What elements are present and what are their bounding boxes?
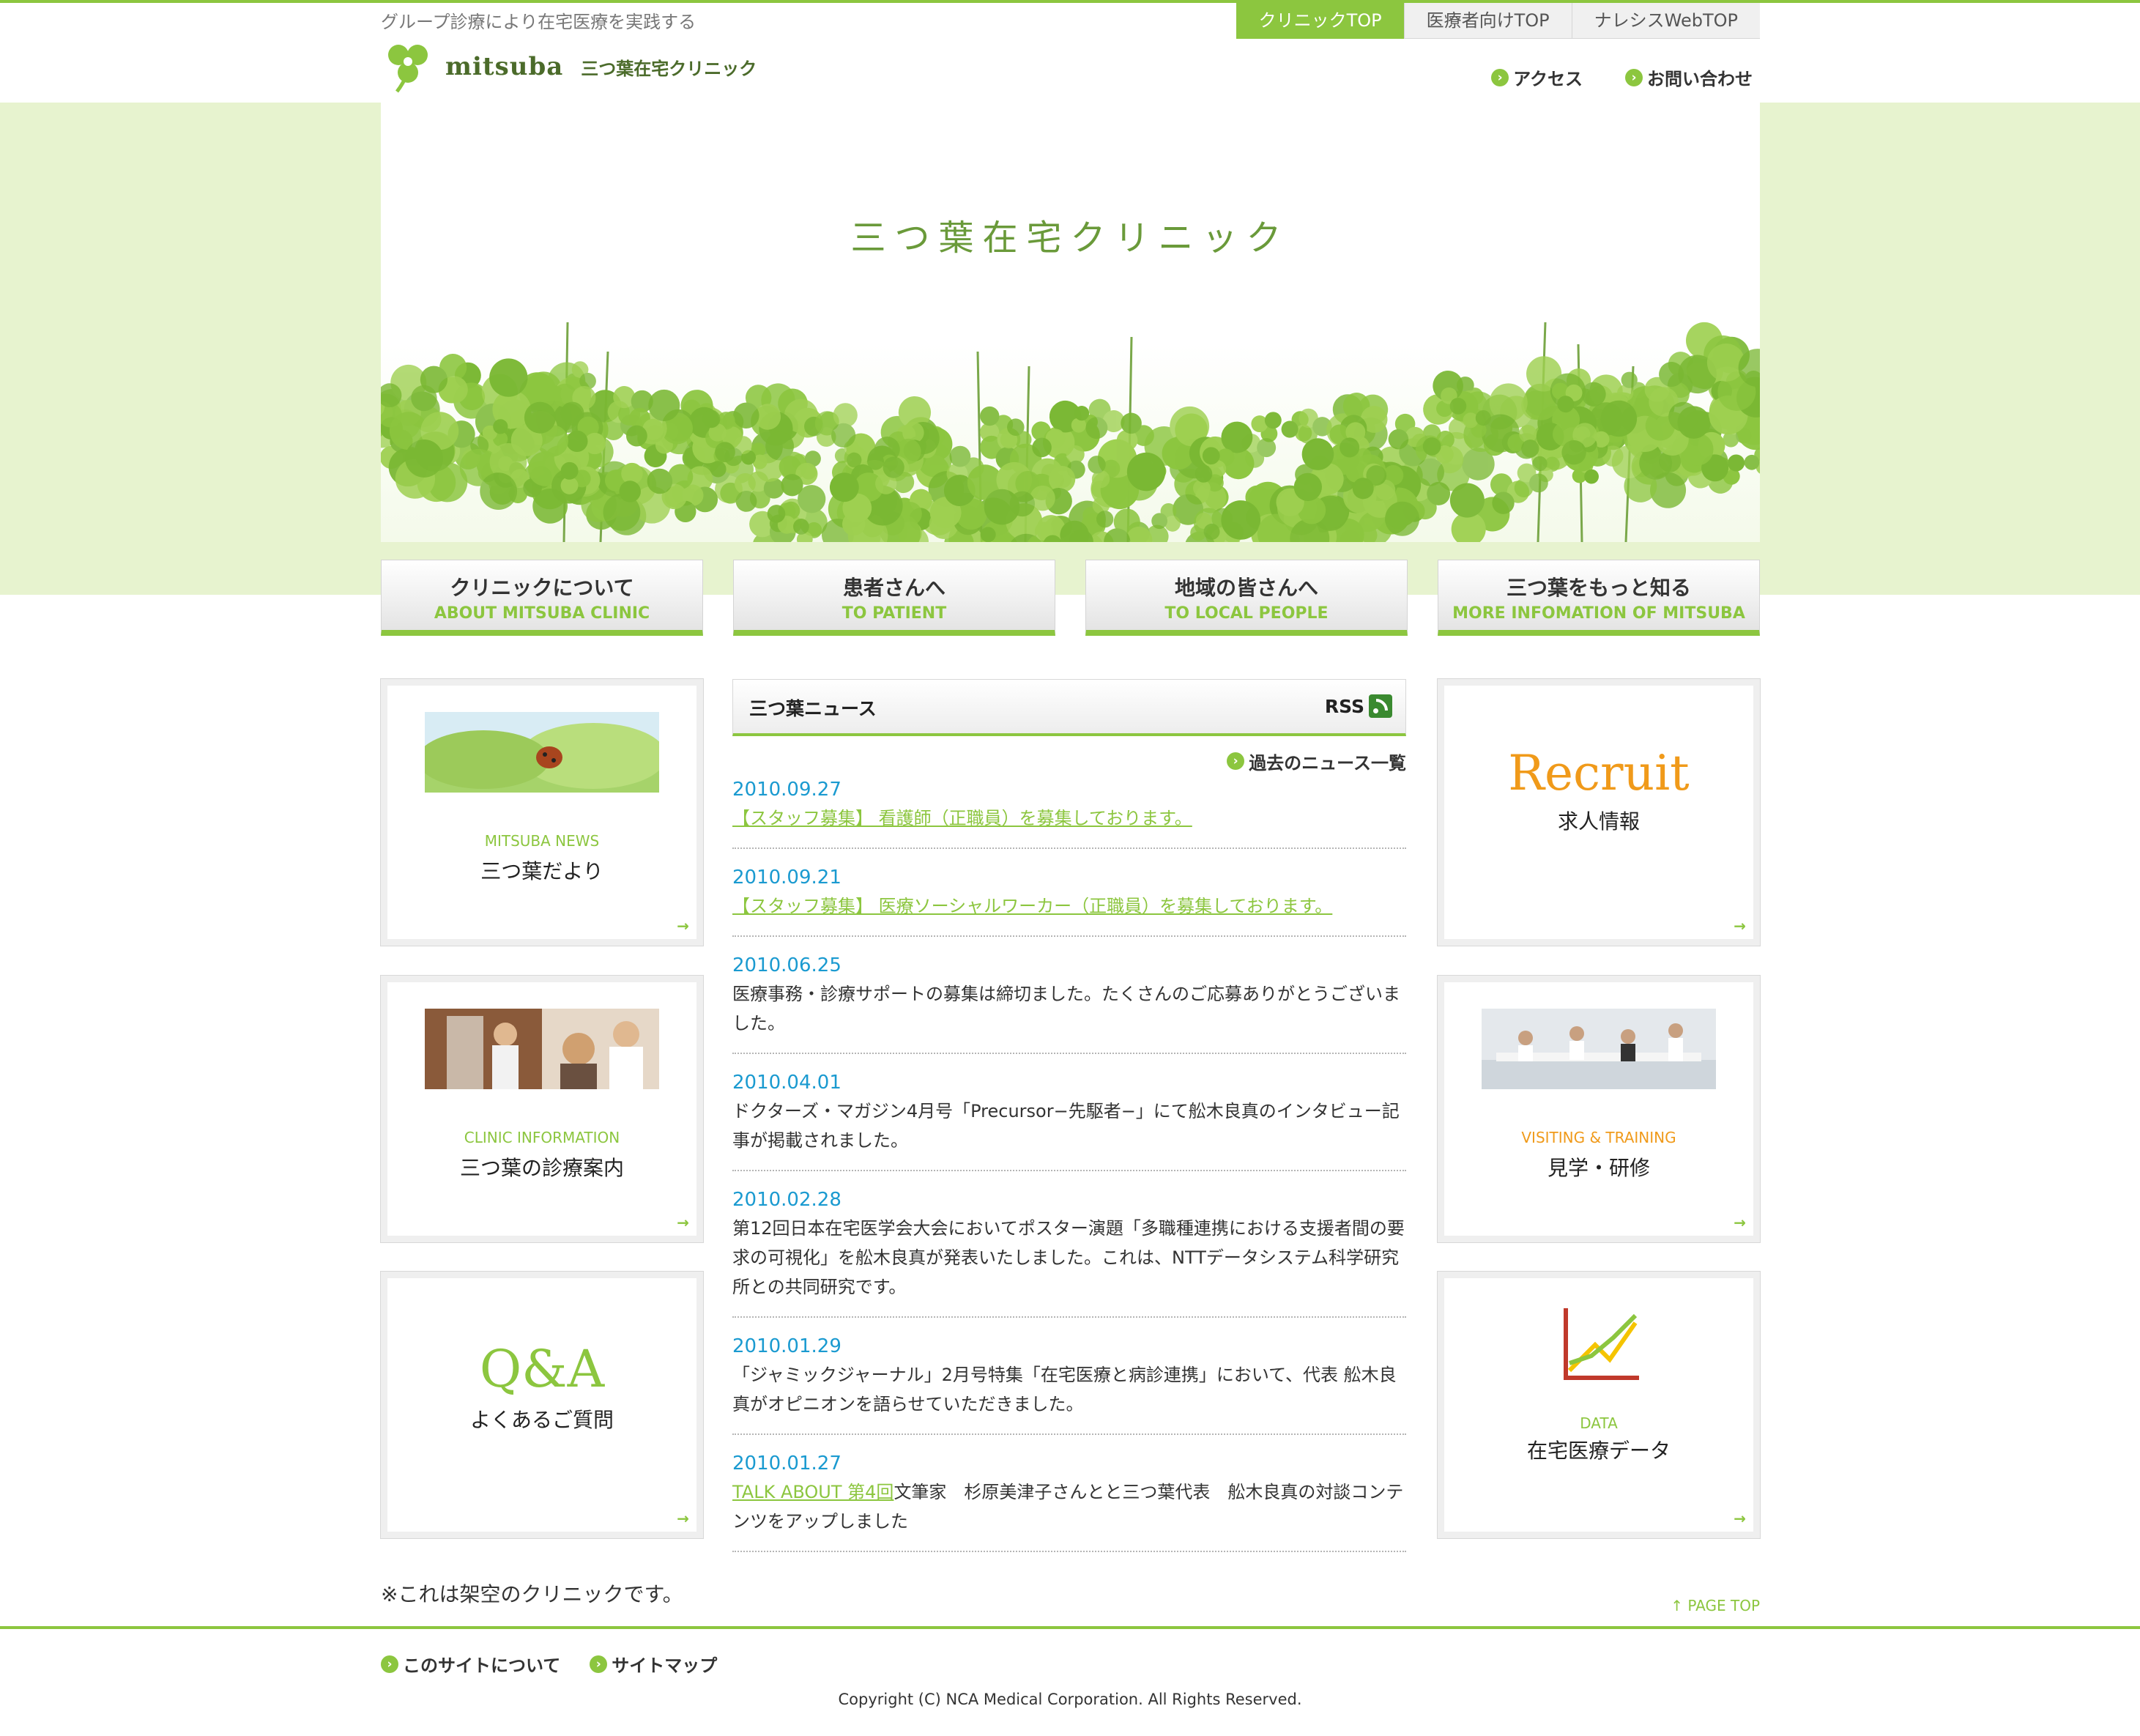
copyright: Copyright (C) NCA Medical Corporation. A… xyxy=(838,1691,1302,1708)
arrow-circle-icon: › xyxy=(590,1655,608,1673)
news-date: 2010.09.27 xyxy=(732,779,841,801)
recruit-logo: Recruit xyxy=(1508,745,1690,801)
chart-graph-icon xyxy=(1564,1308,1639,1380)
arrow-right-icon: → xyxy=(1734,1214,1746,1231)
nav-about-clinic[interactable]: クリニックについて ABOUT MITSUBA CLINIC xyxy=(381,560,703,636)
news-text: 「ジャミックジャーナル」2月号特集「在宅医療と病診連携」において、代表 舩木良真… xyxy=(732,1365,1397,1414)
rss-icon xyxy=(1369,694,1392,718)
nav-more-info[interactable]: 三つ葉をもっと知る MORE INFOMATION OF MITSUBA xyxy=(1438,560,1760,636)
nav-sublabel: MORE INFOMATION OF MITSUBA xyxy=(1452,604,1745,623)
clover-logo-icon xyxy=(388,45,428,93)
nav-label: クリニックについて xyxy=(450,576,634,600)
site-tagline: グループ診療により在宅医療を実践する xyxy=(381,12,696,32)
logo-name: mitsuba xyxy=(445,52,564,81)
ladybug-photo xyxy=(410,712,674,811)
news-item: 2010.01.27 TALK ABOUT 第4回文筆家 杉原美津子さんとと三つ… xyxy=(732,1450,1406,1552)
card-jp-label: 在宅医療データ xyxy=(1526,1439,1671,1463)
news-link[interactable]: 【スタッフ募集】 看護師（正職員）を募集しております。 xyxy=(732,808,1192,828)
tab-clinic-top[interactable]: クリニックTOP xyxy=(1236,3,1404,39)
news-item: 2010.04.01 ドクターズ・マガジン4月号「Precursor−先駆者−」… xyxy=(732,1069,1406,1171)
tab-naresis-top[interactable]: ナレシスWebTOP xyxy=(1571,3,1760,39)
qa-logo: Q&A xyxy=(479,1339,605,1399)
sitemap-link[interactable]: › サイトマップ xyxy=(590,1651,717,1677)
card-en-label: VISITING & TRAINING xyxy=(1521,1129,1676,1146)
card-visiting-training[interactable]: VISITING & TRAINING 見学・研修 → xyxy=(1437,975,1761,1243)
news-header: 三つ葉ニュース RSS xyxy=(732,679,1406,736)
site-logo[interactable]: mitsuba 三つ葉在宅クリニック xyxy=(381,40,757,93)
arrow-right-icon: → xyxy=(1734,917,1746,935)
arrow-circle-icon: › xyxy=(381,1655,398,1673)
talk-about-link[interactable]: TALK ABOUT 第4回 xyxy=(732,1482,893,1502)
tab-medical-top[interactable]: 医療者向けTOP xyxy=(1403,3,1572,39)
card-mitsuba-news[interactable]: MITSUBA NEWS 三つ葉だより → xyxy=(380,678,704,946)
arrow-circle-icon: › xyxy=(1625,68,1643,86)
news-section: 三つ葉ニュース RSS › 過去のニュース一覧 2010.09.27 【スタッフ募… xyxy=(732,679,1406,1567)
fictional-note: ※これは架空のクリニックです。 xyxy=(381,1582,683,1606)
news-item: 2010.09.21 【スタッフ募集】 医療ソーシャルワーカー（正職員）を募集し… xyxy=(732,864,1406,937)
contact-link[interactable]: › お問い合わせ xyxy=(1625,64,1753,90)
card-qa[interactable]: Q&A よくあるご質問 → xyxy=(380,1271,704,1539)
card-jp-label: 三つ葉の診療案内 xyxy=(459,1156,624,1180)
news-text: ドクターズ・マガジン4月号「Precursor−先駆者−」にて舩木良真のインタビ… xyxy=(732,1101,1400,1151)
news-item: 2010.09.27 【スタッフ募集】 看護師（正職員）を募集しております。 xyxy=(732,776,1406,849)
main-navigation: クリニックについて ABOUT MITSUBA CLINIC 患者さんへ TO … xyxy=(381,560,1760,636)
news-link[interactable]: 【スタッフ募集】 医療ソーシャルワーカー（正職員）を募集しております。 xyxy=(732,896,1332,916)
card-en-label: MITSUBA NEWS xyxy=(484,832,600,850)
nav-label: 患者さんへ xyxy=(842,576,945,600)
card-jp-label: よくあるご質問 xyxy=(469,1408,614,1432)
news-date: 2010.04.01 xyxy=(732,1072,841,1094)
card-clinic-information[interactable]: CLINIC INFORMATION 三つ葉の診療案内 → xyxy=(380,975,704,1243)
news-title: 三つ葉ニュース xyxy=(749,698,877,719)
clover-field-image xyxy=(381,321,1760,542)
news-item: 2010.02.28 第12回日本在宅医学会大会においてポスター演題「多職種連携… xyxy=(732,1186,1406,1318)
card-jp-label: 求人情報 xyxy=(1557,809,1640,834)
footer-links: › このサイトについて › サイトマップ xyxy=(381,1651,717,1677)
news-text: 第12回日本在宅医学会大会においてポスター演題「多職種連携における支援者間の要求… xyxy=(732,1218,1405,1297)
nav-sublabel: TO PATIENT xyxy=(841,604,947,623)
top-tabs: クリニックTOP 医療者向けTOP ナレシスWebTOP xyxy=(1236,3,1760,39)
arrow-circle-icon: › xyxy=(1227,752,1245,770)
access-link[interactable]: › アクセス xyxy=(1491,64,1583,90)
nav-label: 三つ葉をもっと知る xyxy=(1506,576,1691,600)
card-en-label: CLINIC INFORMATION xyxy=(464,1129,620,1146)
news-text: 医療事務・診療サポートの募集は締切ました。たくさんのご応募ありがとうございました… xyxy=(732,984,1400,1034)
nav-label: 地域の皆さんへ xyxy=(1174,576,1318,600)
news-date: 2010.02.28 xyxy=(732,1189,841,1211)
training-room-photo xyxy=(1482,1009,1716,1089)
nav-to-local-people[interactable]: 地域の皆さんへ TO LOCAL PEOPLE xyxy=(1085,560,1408,636)
page-container: グループ診療により在宅医療を実践する クリニックTOP 医療者向けTOP ナレシ… xyxy=(380,0,1761,1736)
footer-accent-line xyxy=(0,1626,2140,1629)
card-recruit[interactable]: Recruit 求人情報 → xyxy=(1437,678,1761,946)
news-date: 2010.06.25 xyxy=(732,954,841,976)
nav-sublabel: ABOUT MITSUBA CLINIC xyxy=(434,604,650,623)
arrow-right-icon: → xyxy=(677,917,689,935)
arrow-right-icon: → xyxy=(1734,1510,1746,1527)
news-date: 2010.09.21 xyxy=(732,867,841,889)
nav-to-patient[interactable]: 患者さんへ TO PATIENT xyxy=(733,560,1055,636)
about-site-link[interactable]: › このサイトについて xyxy=(381,1651,560,1677)
card-jp-label: 見学・研修 xyxy=(1547,1156,1650,1180)
card-en-label: DATA xyxy=(1580,1414,1618,1432)
arrow-circle-icon: › xyxy=(1491,68,1509,86)
logo-clinic-name: 三つ葉在宅クリニック xyxy=(581,58,757,79)
nav-sublabel: TO LOCAL PEOPLE xyxy=(1164,604,1329,623)
card-data[interactable]: DATA 在宅医療データ → xyxy=(1437,1271,1761,1539)
news-item: 2010.06.25 医療事務・診療サポートの募集は締切ました。たくさんのご応募… xyxy=(732,952,1406,1054)
past-news-link[interactable]: › 過去のニュース一覧 xyxy=(732,746,1406,776)
rss-link[interactable]: RSS xyxy=(1325,694,1392,718)
arrow-right-icon: → xyxy=(677,1510,689,1527)
arrow-up-icon: ↑ xyxy=(1671,1597,1688,1614)
page-top-link[interactable]: ↑ PAGE TOP xyxy=(1671,1597,1760,1614)
hero-banner: 三つ葉在宅クリニック xyxy=(381,103,1760,542)
news-item: 2010.01.29 「ジャミックジャーナル」2月号特集「在宅医療と病診連携」に… xyxy=(732,1332,1406,1435)
header-links: › アクセス › お問い合わせ xyxy=(1491,64,1753,90)
arrow-right-icon: → xyxy=(677,1214,689,1231)
news-date: 2010.01.29 xyxy=(732,1335,841,1357)
news-date: 2010.01.27 xyxy=(732,1453,841,1475)
clinic-staff-photo xyxy=(425,1009,659,1089)
card-jp-label: 三つ葉だより xyxy=(480,859,603,883)
